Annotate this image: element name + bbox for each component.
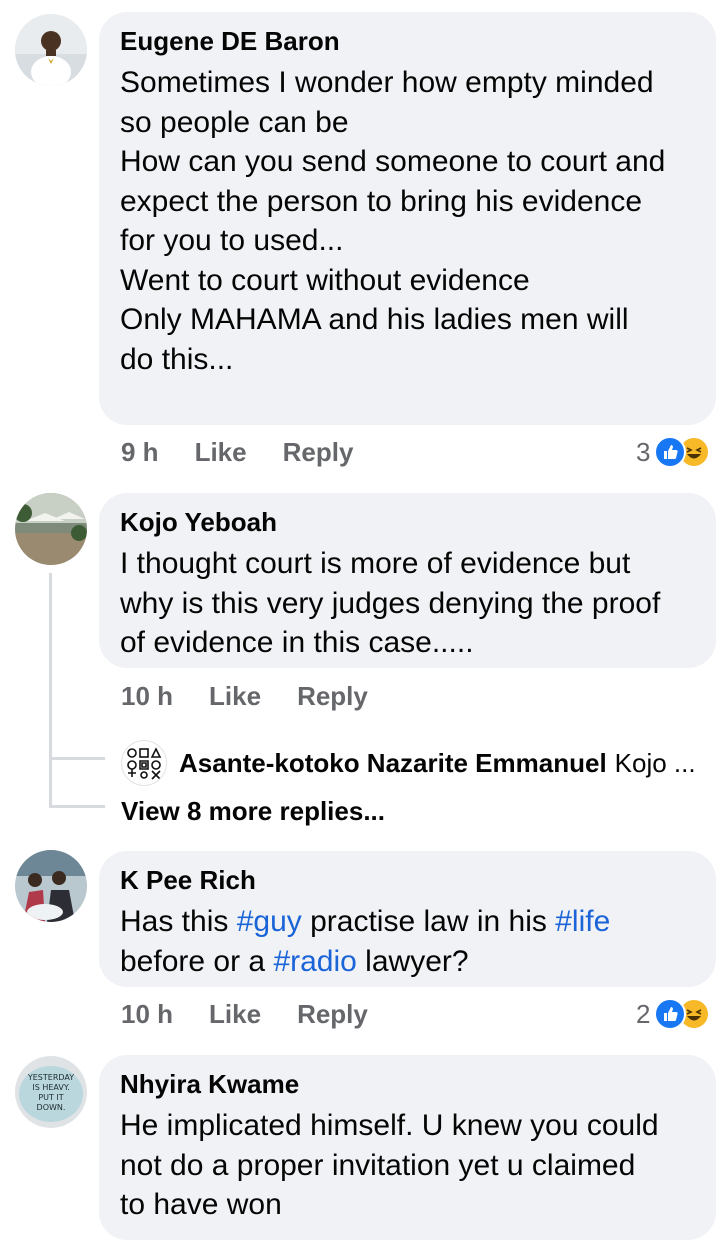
thread-connector [49,805,105,808]
comment-line: of evidence in this case..... [120,626,474,659]
comment-actions: 9 h Like Reply [121,437,353,468]
avatar-photo: YESTERDAY IS HEAVY. PUT IT DOWN. [15,1056,87,1128]
like-button[interactable]: Like [209,681,261,712]
comment-line: Sometimes I wonder how empty minded [120,66,654,99]
avatar-photo [15,850,87,922]
like-icon [654,998,687,1030]
hashtag-link[interactable]: #life [555,905,610,938]
like-icon [654,436,687,468]
avatar-caption: DOWN. [37,1103,66,1112]
comment-text: Has this #guy practise law in his #life … [120,902,716,981]
comment-timestamp[interactable]: 10 h [121,681,173,712]
comment-text: Sometimes I wonder how empty minded so p… [120,63,716,379]
comment-line: How can you send someone to court and [120,145,666,178]
comment-author[interactable]: K Pee Rich [120,865,716,895]
avatar-caption: PUT IT [38,1093,63,1102]
comment-bubble: Eugene DE Baron Sometimes I wonder how e… [99,12,716,425]
avatar-photo [127,747,162,780]
comment-line: I thought court is more of evidence but [120,547,631,580]
comment-timestamp[interactable]: 10 h [121,999,173,1030]
avatar-caption: YESTERDAY [27,1073,74,1082]
comment-text: He implicated himself. U knew you could … [120,1106,716,1225]
comment-author[interactable]: Nhyira Kwame [120,1069,716,1099]
reply-button[interactable]: Reply [283,437,354,468]
reaction-count: 3 [636,436,651,467]
hashtag-link[interactable]: #radio [273,945,356,978]
avatar-photo [15,493,87,565]
comment-line: Has this #guy practise law in his #life [120,902,716,942]
text-segment: Has this [120,905,237,938]
comment-actions: 10 h Like Reply [121,681,368,712]
comment-line: He implicated himself. U knew you could [120,1109,659,1142]
comment-author[interactable]: Kojo Yeboah [120,507,716,537]
comment-line: so people can be [120,105,349,139]
reply-button[interactable]: Reply [297,999,368,1030]
comment-line: before or a #radio lawyer? [120,942,716,982]
text-segment: practise law in his [301,905,556,938]
comment-line: for you to used... [120,224,344,257]
hashtag-link[interactable]: #guy [237,905,302,938]
avatar-caption: IS HEAVY. [32,1083,69,1092]
avatar[interactable] [15,850,87,922]
reply-snippet: Kojo ... [614,747,696,778]
avatar [121,740,167,786]
comment-line: expect the person to bring his evidence [120,184,642,218]
comment-bubble: Kojo Yeboah I thought court is more of e… [99,493,716,668]
like-button[interactable]: Like [209,999,261,1030]
comment-bubble: K Pee Rich Has this #guy practise law in… [99,851,716,987]
reaction-count: 2 [636,998,651,1029]
comment-bubble: Nhyira Kwame He implicated himself. U kn… [99,1055,716,1240]
avatar-photo [15,14,87,86]
comment-line: Went to court without evidence [120,263,530,297]
comment-line: do this... [120,342,234,376]
comment-line: Only MAHAMA and his ladies men will [120,303,629,336]
comment-line: not do a proper invitation yet u claimed [120,1148,636,1182]
avatar[interactable]: YESTERDAY IS HEAVY. PUT IT DOWN. [15,1056,87,1128]
reaction-summary[interactable]: 3 [636,436,711,468]
reply-preview[interactable]: Asante-kotoko Nazarite Emmanuel Kojo ... [121,740,696,786]
comment-timestamp[interactable]: 9 h [121,437,159,468]
reaction-summary[interactable]: 2 [636,998,711,1030]
thread-connector [49,573,52,805]
comment-line: to have won [120,1188,282,1221]
avatar[interactable] [15,14,87,86]
like-button[interactable]: Like [195,437,247,468]
reply-author[interactable]: Asante-kotoko Nazarite Emmanuel [179,748,607,779]
comment-line: why is this very judges denying the proo… [120,586,661,620]
avatar[interactable] [15,493,87,565]
thread-connector [49,757,105,760]
reply-button[interactable]: Reply [297,681,368,712]
text-segment: before or a [120,944,274,978]
text-segment: lawyer? [356,944,469,978]
comment-author[interactable]: Eugene DE Baron [120,26,716,56]
comment-text: I thought court is more of evidence but … [120,544,716,663]
view-more-replies-link[interactable]: View 8 more replies... [121,796,385,827]
comment-actions: 10 h Like Reply [121,999,368,1030]
